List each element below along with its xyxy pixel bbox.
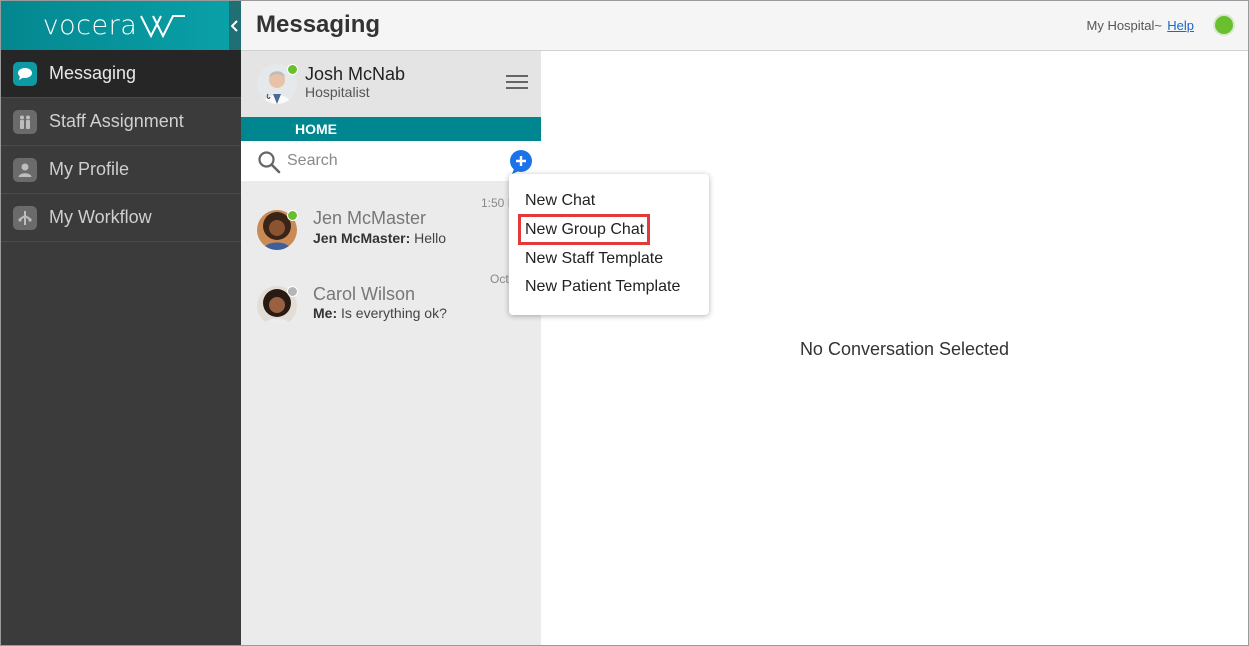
current-user-profile: Josh McNab Hospitalist: [241, 51, 541, 117]
new-conversation-button[interactable]: [509, 150, 533, 174]
nav-item-staff-assignment[interactable]: Staff Assignment: [1, 98, 241, 146]
nav-item-label: My Profile: [49, 159, 130, 179]
search-input[interactable]: [287, 149, 487, 173]
hospital-selector[interactable]: My Hospital~: [1087, 18, 1163, 33]
nav-item-messaging[interactable]: Messaging: [1, 50, 241, 98]
search-bar: [241, 141, 541, 181]
menu-item-new-chat[interactable]: New Chat: [525, 192, 595, 210]
conversation-item[interactable]: Carol Wilson Me: Is everything ok? Oct: [241, 267, 541, 343]
home-tab[interactable]: HOME: [241, 117, 541, 141]
empty-state-message: No Conversation Selected: [799, 339, 1010, 359]
left-nav: vocera Messaging Staff Assignment My Pro…: [1, 1, 241, 645]
nav-item-label: Staff Assignment: [49, 111, 184, 131]
collapse-nav-button[interactable]: [229, 1, 241, 50]
current-user-role: Hospitalist: [305, 84, 370, 100]
conversation-time: Oct: [490, 272, 509, 286]
app-window: vocera Messaging Staff Assignment My Pro…: [0, 0, 1249, 646]
conversation-preview: Me: Is everything ok?: [313, 305, 447, 321]
conversation-name: Carol Wilson: [313, 284, 416, 304]
brand-logo: vocera: [1, 1, 229, 50]
new-conversation-menu: New Chat New Group Chat New Staff Templa…: [509, 174, 709, 315]
nav-item-label: Messaging: [49, 63, 137, 83]
nav-list: Messaging Staff Assignment My Profile My…: [1, 50, 241, 242]
nav-item-my-profile[interactable]: My Profile: [1, 146, 241, 194]
preview-message: Hello: [414, 230, 447, 246]
vocera-mark-icon: [140, 14, 186, 38]
workflow-icon: [13, 205, 37, 230]
presence-indicator: [287, 64, 298, 75]
menu-item-new-group-chat[interactable]: New Group Chat: [525, 221, 644, 239]
hamburger-menu-icon[interactable]: [506, 75, 528, 91]
page-title: Messaging: [256, 11, 381, 38]
chat-bubble-icon: [13, 61, 37, 86]
nav-item-label: My Workflow: [49, 207, 152, 227]
current-user-name: Josh McNab: [305, 64, 406, 84]
chevron-left-icon: [231, 19, 238, 32]
conversation-name: Jen McMaster: [313, 208, 427, 228]
preview-sender: Me:: [313, 305, 338, 321]
conversation-preview: Jen McMaster: Hello: [313, 230, 446, 246]
preview-sender: Jen McMaster:: [313, 230, 411, 246]
menu-item-new-staff-template[interactable]: New Staff Template: [525, 250, 663, 268]
home-tab-label: HOME: [295, 121, 337, 137]
person-icon: [13, 157, 37, 182]
add-chat-icon: [510, 150, 532, 174]
conversation-item[interactable]: Jen McMaster Jen McMaster: Hello 1:50 P: [241, 191, 541, 267]
menu-item-new-patient-template[interactable]: New Patient Template: [525, 278, 680, 296]
staff-icon: [13, 109, 37, 134]
user-status-indicator[interactable]: [1213, 14, 1235, 36]
conversation-view: No Conversation Selected: [541, 51, 1248, 645]
search-icon: [258, 151, 281, 174]
presence-indicator: [287, 210, 298, 221]
conversation-panel: Josh McNab Hospitalist HOME Search Jen M…: [241, 51, 541, 645]
presence-indicator: [287, 286, 298, 297]
logo-text: vocera: [42, 10, 138, 41]
preview-message: Is everything ok?: [341, 305, 447, 321]
help-link[interactable]: Help: [1167, 18, 1194, 33]
top-header: Messaging My Hospital~ Help: [241, 1, 1248, 51]
nav-item-my-workflow[interactable]: My Workflow: [1, 194, 241, 242]
